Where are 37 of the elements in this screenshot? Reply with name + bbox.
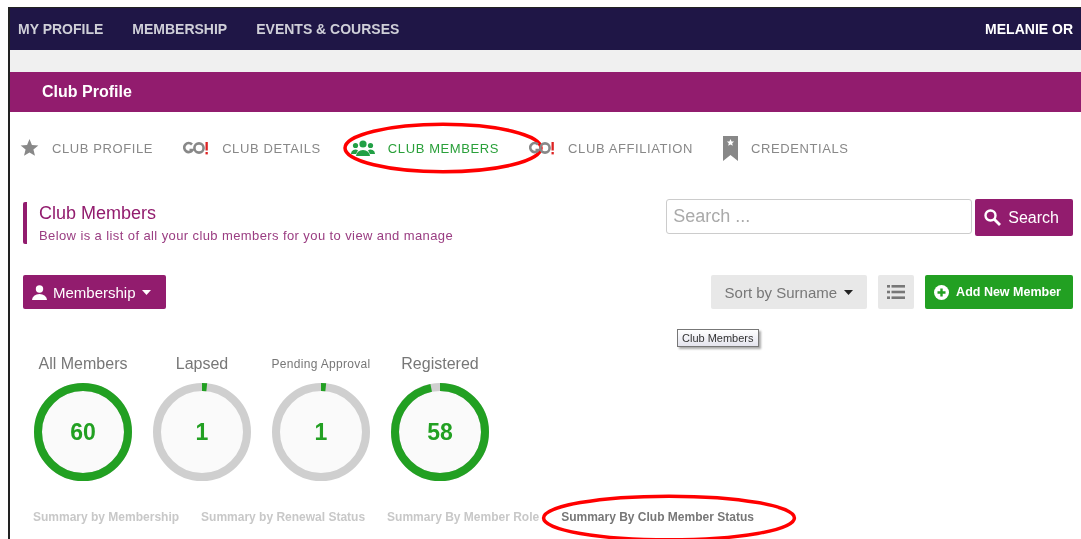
people-icon (350, 140, 375, 156)
section-subtitle: Below is a list of all your club members for you to view and manage (39, 228, 454, 243)
user-name[interactable]: MELANIE OR (985, 21, 1073, 37)
nav-link[interactable]: MY PROFILE (18, 21, 104, 37)
bookmark-icon (723, 135, 738, 161)
add-member-button[interactable]: Add New Member (925, 275, 1073, 309)
stat-label: All Members (38, 354, 128, 374)
stat-value: 1 (195, 419, 209, 445)
stat-label: Registered (401, 354, 479, 374)
nav-link[interactable]: EVENTS & COURSES (256, 21, 400, 37)
star-icon (20, 139, 39, 157)
nav-link[interactable]: MEMBERSHIP (132, 21, 228, 37)
search-icon (984, 209, 1002, 226)
caret-icon (141, 289, 151, 295)
stat-value: 1 (314, 419, 328, 445)
go-icon (529, 141, 556, 155)
tab[interactable]: CLUB AFFILIATION (529, 140, 693, 156)
stat-label: Pending Approval (271, 356, 371, 373)
sort-button[interactable]: Sort by Surname (710, 275, 868, 309)
caret-icon (844, 289, 854, 295)
stat-value: 58 (427, 419, 453, 445)
tab[interactable]: CREDENTIALS (723, 135, 849, 161)
plus-circle-icon (934, 284, 950, 300)
list-view-button[interactable] (878, 275, 915, 309)
go-icon (183, 141, 210, 155)
person-icon (32, 284, 47, 300)
search-button[interactable]: Search (975, 199, 1073, 236)
tooltip: Club Members (677, 329, 759, 347)
tab[interactable]: CLUB DETAILS (183, 140, 321, 156)
list-icon (887, 285, 906, 299)
stat-label: Lapsed (175, 354, 229, 374)
stat-value: 60 (70, 419, 96, 445)
search-field[interactable]: Search ... (666, 199, 973, 234)
section-title: Club Members (39, 203, 158, 224)
membership-button[interactable]: Membership (23, 275, 166, 309)
tab[interactable]: CLUB PROFILE (20, 139, 154, 157)
page-title: Club Profile (42, 83, 132, 101)
